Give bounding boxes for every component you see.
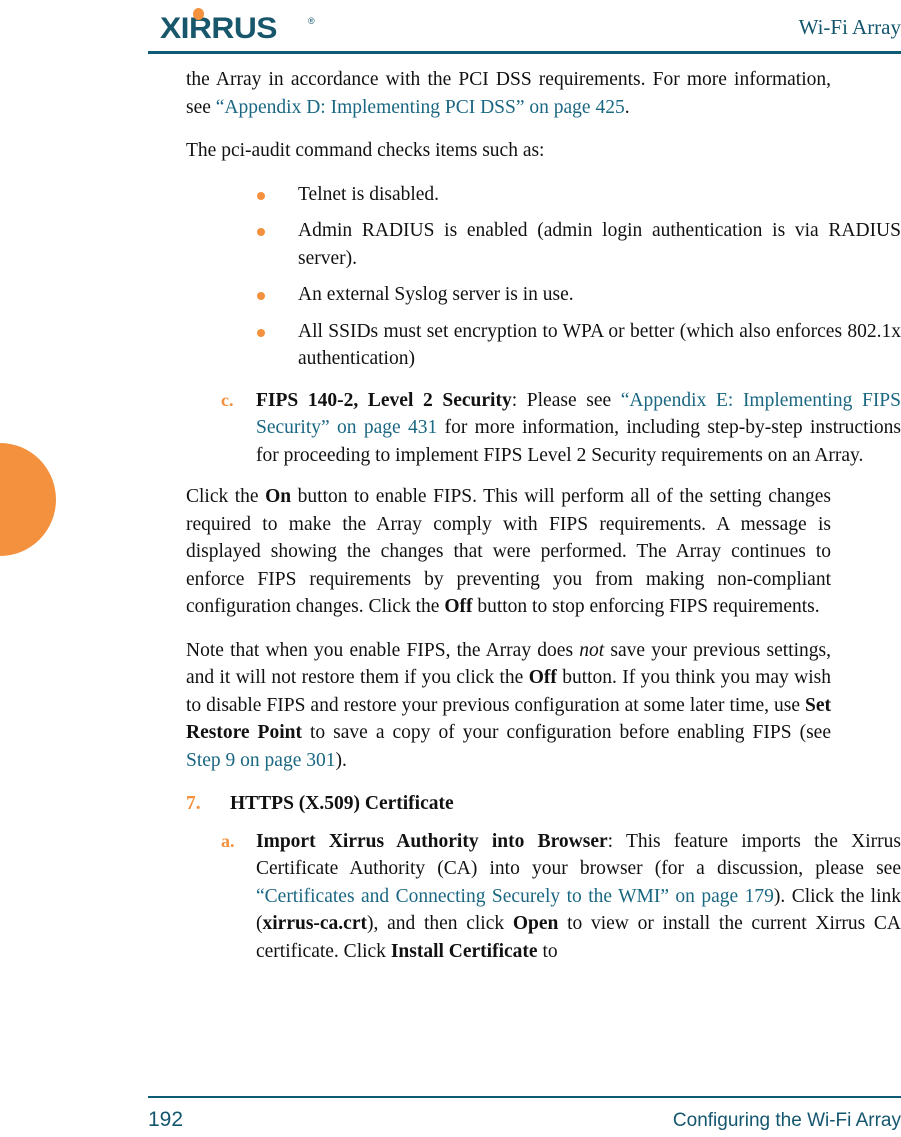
- item-c-title: FIPS 140-2, Level 2 Security: [256, 389, 512, 411]
- link-certificates-wmi[interactable]: “Certificates and Connecting Securely to…: [256, 886, 774, 907]
- item-7-heading: HTTPS (X.509) Certificate: [230, 793, 454, 814]
- numbered-item-a: a. Import Xirrus Authority into Browser:…: [186, 828, 901, 966]
- page-content: the Array in accordance with the PCI DSS…: [186, 66, 901, 965]
- on-button-reference: On: [265, 486, 292, 507]
- numbered-item-c: c. FIPS 140-2, Level 2 Security: Please …: [186, 387, 901, 470]
- item-c-run1: : Please see: [511, 389, 621, 411]
- bullet-icon: [257, 328, 265, 337]
- link-appendix-d[interactable]: “Appendix D: Implementing PCI DSS” on pa…: [216, 97, 625, 118]
- install-certificate-button-reference: Install Certificate: [390, 940, 538, 962]
- emphasis-not: not: [579, 639, 605, 661]
- off-button-reference: Off: [528, 667, 557, 688]
- footer-chapter-title: Configuring the Wi-Fi Array: [672, 1110, 901, 1131]
- chapter-thumb-tab: [0, 443, 56, 556]
- document-page: XIRRUS ® Wi-Fi Array the Array in accord…: [0, 0, 901, 1137]
- numbered-item-a-body: Import Xirrus Authority into Browser: Th…: [256, 828, 901, 966]
- list-marker-7: 7.: [186, 793, 201, 814]
- paragraph-pci-audit: The pci-audit command checks items such …: [186, 140, 545, 161]
- para4-run5: ).: [335, 749, 347, 771]
- registered-trademark-icon: ®: [308, 16, 315, 26]
- xirrus-logo: XIRRUS ®: [160, 6, 330, 45]
- off-button-reference: Off: [444, 596, 473, 617]
- logo-dot-icon: [193, 8, 204, 20]
- bullet-icon: [257, 191, 265, 200]
- logo-wordmark: XIRRUS: [160, 12, 278, 45]
- item-a-run3: ), and then click: [367, 913, 513, 934]
- paragraph-pci-dss: the Array in accordance with the PCI DSS…: [186, 66, 831, 121]
- paragraph-fips-note: Note that when you enable FIPS, the Arra…: [186, 637, 831, 775]
- para4-run1: Note that when you enable FIPS, the Arra…: [186, 639, 580, 661]
- paragraph-fips-on-off: Click the On button to enable FIPS. This…: [186, 483, 831, 621]
- list-marker-c: c.: [221, 389, 234, 410]
- list-item-label: An external Syslog server is in use.: [298, 284, 574, 305]
- bullet-icon: [257, 292, 265, 300]
- item-a-run5: to: [537, 940, 558, 962]
- list-item-label: Admin RADIUS is enabled (admin login aut…: [298, 220, 901, 269]
- numbered-item-7: 7. HTTPS (X.509) Certificate: [186, 790, 901, 818]
- list-item: Telnet is disabled.: [256, 181, 901, 209]
- para3-run1: Click the: [186, 486, 266, 507]
- list-item: An external Syslog server is in use.: [256, 281, 901, 309]
- xirrus-ca-crt-filename: xirrus-ca.crt: [262, 913, 368, 934]
- list-marker-a: a.: [221, 830, 235, 851]
- list-item-label: Telnet is disabled.: [298, 183, 440, 205]
- list-item: All SSIDs must set encryption to WPA or …: [256, 318, 901, 373]
- page-header: XIRRUS ® Wi-Fi Array: [148, 0, 901, 52]
- page-footer: 192 Configuring the Wi-Fi Array: [148, 1104, 901, 1137]
- numbered-item-c-body: FIPS 140-2, Level 2 Security: Please see…: [256, 387, 901, 470]
- header-title: Wi-Fi Array: [798, 15, 901, 39]
- open-button-reference: Open: [512, 913, 559, 934]
- bullet-icon: [257, 228, 265, 236]
- para1-run2: .: [624, 96, 630, 118]
- para4-run4: to save a copy of your configuration bef…: [301, 722, 831, 743]
- para3-run3: button to stop enforcing FIPS requiremen…: [472, 596, 820, 617]
- page-number: 192: [148, 1108, 184, 1131]
- footer-divider: [148, 1096, 901, 1098]
- list-item: Admin RADIUS is enabled (admin login aut…: [256, 217, 901, 272]
- pci-audit-checklist: Telnet is disabled. Admin RADIUS is enab…: [186, 181, 901, 373]
- header-divider: [148, 51, 901, 54]
- list-item-label: All SSIDs must set encryption to WPA or …: [298, 320, 901, 370]
- item-a-title: Import Xirrus Authority into Browser: [256, 830, 608, 852]
- link-step-9[interactable]: Step 9 on page 301: [186, 750, 335, 771]
